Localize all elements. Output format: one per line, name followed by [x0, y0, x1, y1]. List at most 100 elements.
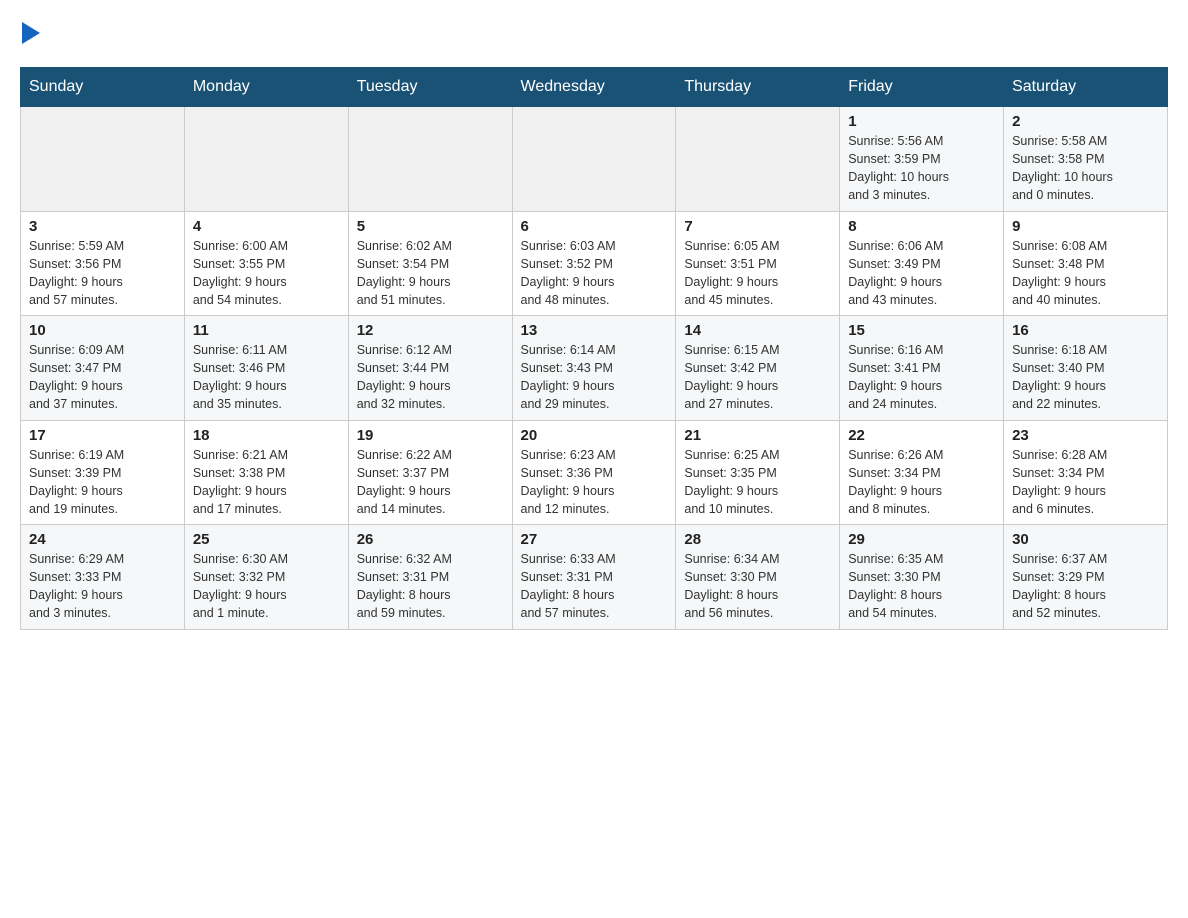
day-number: 17: [29, 427, 176, 444]
calendar-cell: 24 Sunrise: 6:29 AM Sunset: 3:33 PM Dayli…: [21, 525, 185, 630]
day-info: Sunrise: 6:18 AM Sunset: 3:40 PM Dayligh…: [1012, 341, 1159, 414]
calendar-cell: 28Sunrise: 6:34 AM Sunset: 3:30 PM Dayli…: [676, 525, 840, 630]
day-info: Sunrise: 6:25 AM Sunset: 3:35 PM Dayligh…: [684, 446, 831, 519]
day-info: Sunrise: 6:30 AM Sunset: 3:32 PM Dayligh…: [193, 550, 340, 623]
day-info: Sunrise: 6:22 AM Sunset: 3:37 PM Dayligh…: [357, 446, 504, 519]
day-number: 13: [521, 322, 668, 339]
day-info: Sunrise: 6:16 AM Sunset: 3:41 PM Dayligh…: [848, 341, 995, 414]
calendar-cell: [184, 107, 348, 212]
calendar-cell: 2 Sunrise: 5:58 AM Sunset: 3:58 PM Daylig…: [1004, 107, 1168, 212]
calendar-week-row: 10 Sunrise: 6:09 AM Sunset: 3:47 PM Dayli…: [21, 316, 1168, 421]
day-info: Sunrise: 5:56 AM Sunset: 3:59 PM Dayligh…: [848, 132, 995, 205]
day-info: Sunrise: 6:00 AM Sunset: 3:55 PM Dayligh…: [193, 237, 340, 310]
day-number: 3: [29, 218, 176, 235]
calendar-cell: 17 Sunrise: 6:19 AM Sunset: 3:39 PM Dayli…: [21, 420, 185, 525]
calendar-cell: 4 Sunrise: 6:00 AM Sunset: 3:55 PM Daylig…: [184, 211, 348, 316]
calendar-cell: [512, 107, 676, 212]
calendar-cell: 18 Sunrise: 6:21 AM Sunset: 3:38 PM Dayli…: [184, 420, 348, 525]
calendar-cell: 12 Sunrise: 6:12 AM Sunset: 3:44 PM Dayli…: [348, 316, 512, 421]
day-number: 4: [193, 218, 340, 235]
day-info: Sunrise: 5:59 AM Sunset: 3:56 PM Dayligh…: [29, 237, 176, 310]
calendar-cell: [348, 107, 512, 212]
calendar-cell: 8 Sunrise: 6:06 AM Sunset: 3:49 PM Daylig…: [840, 211, 1004, 316]
day-number: 30: [1012, 531, 1159, 548]
calendar-week-row: 17 Sunrise: 6:19 AM Sunset: 3:39 PM Dayli…: [21, 420, 1168, 525]
calendar-header-tuesday: Tuesday: [348, 68, 512, 107]
day-number: 21: [684, 427, 831, 444]
calendar-cell: 1 Sunrise: 5:56 AM Sunset: 3:59 PM Daylig…: [840, 107, 1004, 212]
calendar-table: SundayMondayTuesdayWednesdayThursdayFrid…: [20, 67, 1168, 630]
day-number: 22: [848, 427, 995, 444]
calendar-cell: 7 Sunrise: 6:05 AM Sunset: 3:51 PM Daylig…: [676, 211, 840, 316]
day-number: 9: [1012, 218, 1159, 235]
day-number: 27: [521, 531, 668, 548]
calendar-cell: 29 Sunrise: 6:35 AM Sunset: 3:30 PM Dayli…: [840, 525, 1004, 630]
day-info: Sunrise: 6:06 AM Sunset: 3:49 PM Dayligh…: [848, 237, 995, 310]
calendar-header-thursday: Thursday: [676, 68, 840, 107]
calendar-cell: 25 Sunrise: 6:30 AM Sunset: 3:32 PM Dayli…: [184, 525, 348, 630]
day-info: Sunrise: 6:08 AM Sunset: 3:48 PM Dayligh…: [1012, 237, 1159, 310]
calendar-cell: 13 Sunrise: 6:14 AM Sunset: 3:43 PM Dayli…: [512, 316, 676, 421]
calendar-cell: 26 Sunrise: 6:32 AM Sunset: 3:31 PM Dayli…: [348, 525, 512, 630]
calendar-header-monday: Monday: [184, 68, 348, 107]
day-number: 2: [1012, 113, 1159, 130]
day-info: Sunrise: 6:28 AM Sunset: 3:34 PM Dayligh…: [1012, 446, 1159, 519]
day-number: 15: [848, 322, 995, 339]
calendar-cell: 30 Sunrise: 6:37 AM Sunset: 3:29 PM Dayli…: [1004, 525, 1168, 630]
calendar-cell: 14 Sunrise: 6:15 AM Sunset: 3:42 PM Dayli…: [676, 316, 840, 421]
day-number: 20: [521, 427, 668, 444]
day-info: Sunrise: 6:15 AM Sunset: 3:42 PM Dayligh…: [684, 341, 831, 414]
day-info: Sunrise: 6:02 AM Sunset: 3:54 PM Dayligh…: [357, 237, 504, 310]
day-info: Sunrise: 6:12 AM Sunset: 3:44 PM Dayligh…: [357, 341, 504, 414]
calendar-cell: 3 Sunrise: 5:59 AM Sunset: 3:56 PM Daylig…: [21, 211, 185, 316]
day-info: Sunrise: 6:29 AM Sunset: 3:33 PM Dayligh…: [29, 550, 176, 623]
calendar-cell: 11 Sunrise: 6:11 AM Sunset: 3:46 PM Dayli…: [184, 316, 348, 421]
calendar-cell: [676, 107, 840, 212]
day-info: Sunrise: 6:19 AM Sunset: 3:39 PM Dayligh…: [29, 446, 176, 519]
day-number: 5: [357, 218, 504, 235]
day-number: 29: [848, 531, 995, 548]
day-number: 6: [521, 218, 668, 235]
day-number: 25: [193, 531, 340, 548]
day-info: Sunrise: 6:35 AM Sunset: 3:30 PM Dayligh…: [848, 550, 995, 623]
logo-arrow-icon: [22, 20, 40, 51]
calendar-cell: 22 Sunrise: 6:26 AM Sunset: 3:34 PM Dayli…: [840, 420, 1004, 525]
day-number: 23: [1012, 427, 1159, 444]
calendar-cell: 15 Sunrise: 6:16 AM Sunset: 3:41 PM Dayli…: [840, 316, 1004, 421]
day-info: Sunrise: 6:37 AM Sunset: 3:29 PM Dayligh…: [1012, 550, 1159, 623]
day-info: Sunrise: 5:58 AM Sunset: 3:58 PM Dayligh…: [1012, 132, 1159, 205]
day-number: 7: [684, 218, 831, 235]
day-info: Sunrise: 6:11 AM Sunset: 3:46 PM Dayligh…: [193, 341, 340, 414]
day-info: Sunrise: 6:03 AM Sunset: 3:52 PM Dayligh…: [521, 237, 668, 310]
calendar-cell: 21 Sunrise: 6:25 AM Sunset: 3:35 PM Dayli…: [676, 420, 840, 525]
page-header: [20, 20, 1168, 51]
day-info: Sunrise: 6:09 AM Sunset: 3:47 PM Dayligh…: [29, 341, 176, 414]
calendar-header-saturday: Saturday: [1004, 68, 1168, 107]
day-number: 28: [684, 531, 831, 548]
day-info: Sunrise: 6:33 AM Sunset: 3:31 PM Dayligh…: [521, 550, 668, 623]
calendar-cell: 6 Sunrise: 6:03 AM Sunset: 3:52 PM Daylig…: [512, 211, 676, 316]
day-number: 8: [848, 218, 995, 235]
day-info: Sunrise: 6:05 AM Sunset: 3:51 PM Dayligh…: [684, 237, 831, 310]
day-number: 24: [29, 531, 176, 548]
day-number: 16: [1012, 322, 1159, 339]
day-number: 14: [684, 322, 831, 339]
calendar-cell: [21, 107, 185, 212]
day-number: 12: [357, 322, 504, 339]
day-number: 1: [848, 113, 995, 130]
calendar-header-wednesday: Wednesday: [512, 68, 676, 107]
calendar-header-row: SundayMondayTuesdayWednesdayThursdayFrid…: [21, 68, 1168, 107]
day-number: 19: [357, 427, 504, 444]
day-number: 11: [193, 322, 340, 339]
day-info: Sunrise: 6:26 AM Sunset: 3:34 PM Dayligh…: [848, 446, 995, 519]
logo: [20, 20, 40, 51]
day-number: 10: [29, 322, 176, 339]
calendar-cell: 19 Sunrise: 6:22 AM Sunset: 3:37 PM Dayli…: [348, 420, 512, 525]
day-number: 26: [357, 531, 504, 548]
day-info: Sunrise: 6:23 AM Sunset: 3:36 PM Dayligh…: [521, 446, 668, 519]
day-info: Sunrise: 6:21 AM Sunset: 3:38 PM Dayligh…: [193, 446, 340, 519]
day-info: Sunrise: 6:32 AM Sunset: 3:31 PM Dayligh…: [357, 550, 504, 623]
calendar-week-row: 24 Sunrise: 6:29 AM Sunset: 3:33 PM Dayli…: [21, 525, 1168, 630]
day-number: 18: [193, 427, 340, 444]
day-info: Sunrise: 6:14 AM Sunset: 3:43 PM Dayligh…: [521, 341, 668, 414]
